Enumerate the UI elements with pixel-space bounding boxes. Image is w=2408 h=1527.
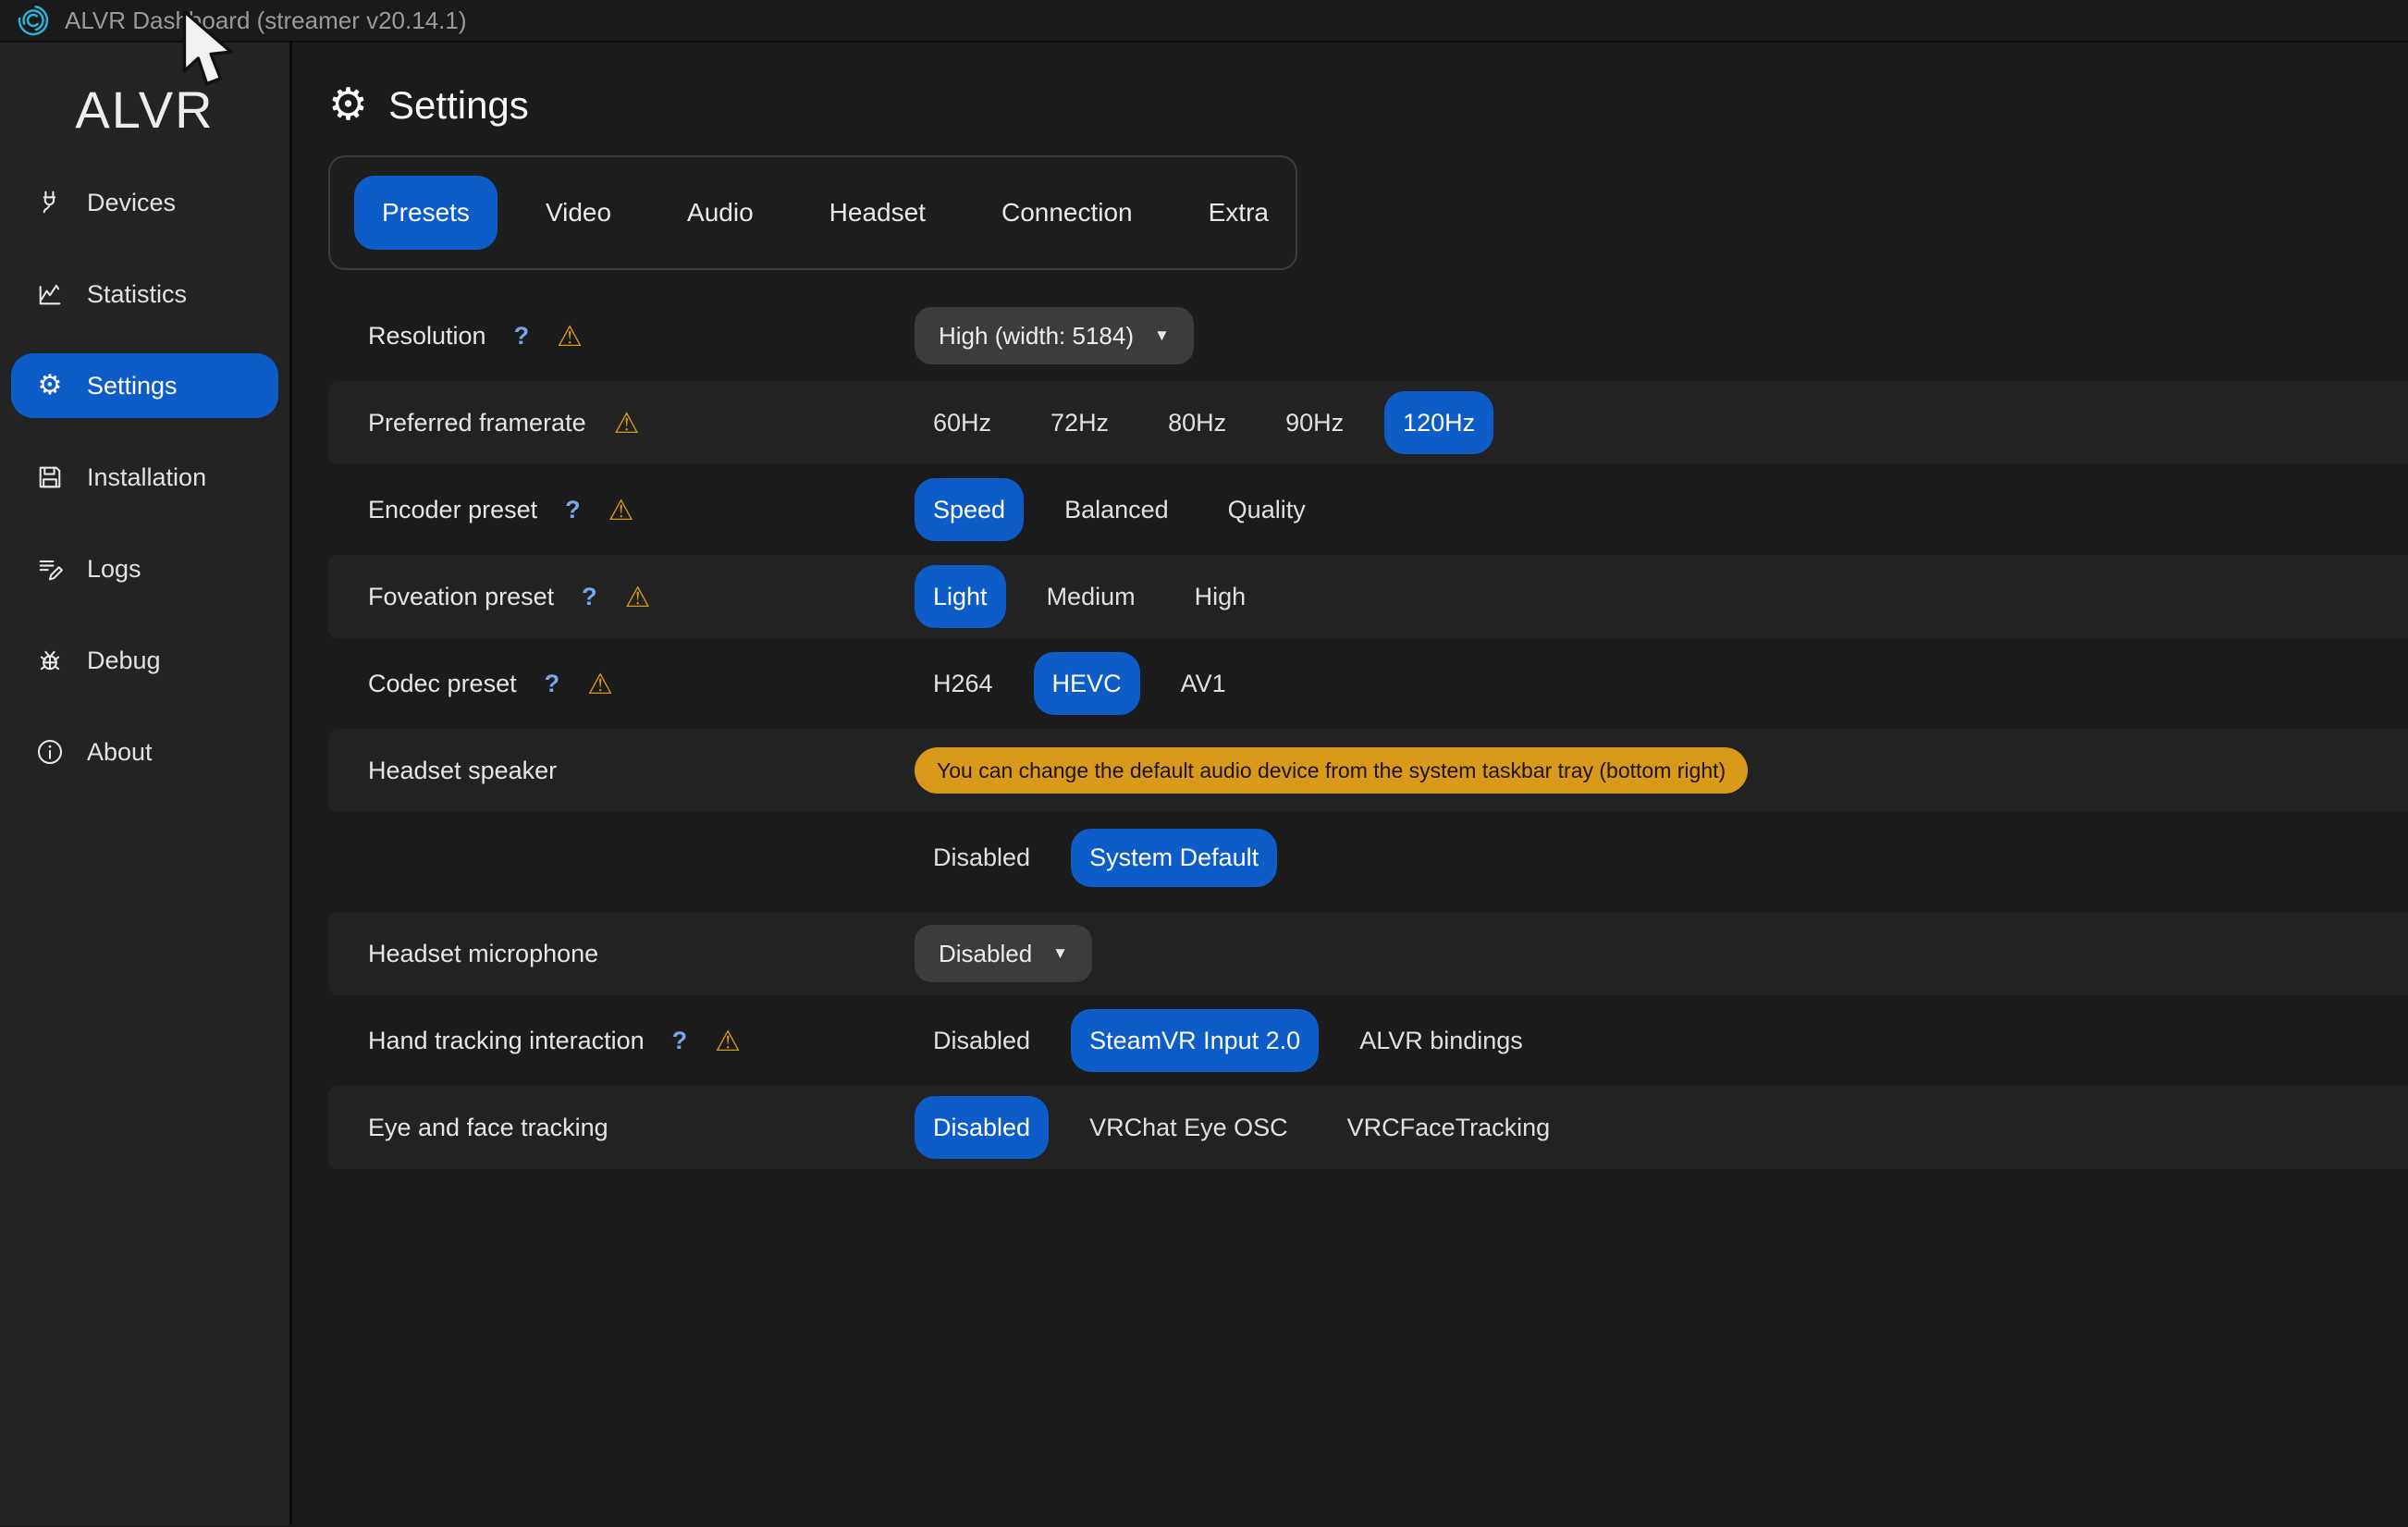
sidebar-item-label: Logs: [87, 555, 141, 584]
sidebar-item-label: Devices: [87, 189, 176, 217]
gear-icon: ⚙: [33, 372, 67, 400]
main-panel: ⚙ Settings Presets Video Audio Headset C…: [292, 43, 2408, 1525]
option-vrchat-eye-osc[interactable]: VRChat Eye OSC: [1071, 1096, 1307, 1159]
setting-row-hand-tracking: Hand tracking interaction ? ⚠ Disabled S…: [328, 999, 2408, 1082]
resolution-dropdown[interactable]: High (width: 5184) ▼: [915, 307, 1194, 364]
option-hevc[interactable]: HEVC: [1034, 652, 1140, 715]
option-90hz[interactable]: 90Hz: [1267, 391, 1362, 454]
tab-extra[interactable]: Extra: [1181, 176, 1296, 250]
warning-icon: ⚠: [715, 1027, 741, 1055]
sidebar-item-label: About: [87, 738, 153, 767]
sidebar-item-label: Installation: [87, 463, 206, 492]
option-80hz[interactable]: 80Hz: [1149, 391, 1245, 454]
sidebar-item-statistics[interactable]: Statistics: [11, 262, 278, 326]
dropdown-value: Disabled: [939, 940, 1032, 968]
option-speed[interactable]: Speed: [915, 478, 1024, 541]
option-balanced[interactable]: Balanced: [1046, 478, 1187, 541]
tab-connection[interactable]: Connection: [974, 176, 1161, 250]
window-title: ALVR Dashboard (streamer v20.14.1): [65, 6, 467, 35]
setting-row-encoder-preset: Encoder preset ? ⚠ Speed Balanced Qualit…: [328, 468, 2408, 551]
sidebar-item-settings[interactable]: ⚙ Settings: [11, 353, 278, 418]
memo-icon: [33, 554, 67, 584]
setting-label: Resolution: [368, 322, 486, 351]
setting-row-eye-face-tracking: Eye and face tracking Disabled VRChat Ey…: [328, 1086, 2408, 1169]
help-icon[interactable]: ?: [565, 496, 581, 524]
setting-label: Eye and face tracking: [368, 1114, 608, 1142]
help-icon[interactable]: ?: [582, 583, 597, 611]
sidebar-item-installation[interactable]: Installation: [11, 445, 278, 510]
sidebar-item-devices[interactable]: Devices: [11, 170, 278, 235]
page-header: ⚙ Settings: [328, 83, 2408, 128]
setting-label: Headset microphone: [368, 940, 598, 968]
help-icon[interactable]: ?: [514, 322, 530, 351]
sidebar-item-about[interactable]: About: [11, 720, 278, 784]
warning-icon: ⚠: [557, 322, 583, 351]
alvr-logo-text: ALVR: [0, 80, 289, 140]
chevron-down-icon: ▼: [1154, 326, 1170, 345]
sidebar-item-label: Debug: [87, 647, 161, 675]
settings-list: Resolution ? ⚠ High (width: 5184) ▼ Pref…: [328, 294, 2408, 1169]
setting-label: Codec preset: [368, 670, 517, 698]
page-title: Settings: [388, 83, 529, 128]
option-quality[interactable]: Quality: [1210, 478, 1324, 541]
option-h264[interactable]: H264: [915, 652, 1012, 715]
warning-icon: ⚠: [587, 670, 613, 698]
setting-row-foveation-preset: Foveation preset ? ⚠ Light Medium High: [328, 555, 2408, 638]
option-vrcfacetracking[interactable]: VRCFaceTracking: [1329, 1096, 1569, 1159]
gear-icon: ⚙: [328, 83, 368, 128]
sidebar: ALVR Devices Statistics ⚙ Settings: [0, 43, 292, 1525]
tab-presets[interactable]: Presets: [354, 176, 498, 250]
microphone-dropdown[interactable]: Disabled ▼: [915, 925, 1092, 982]
bug-icon: [33, 646, 67, 675]
option-light[interactable]: Light: [915, 565, 1006, 628]
sidebar-item-logs[interactable]: Logs: [11, 536, 278, 601]
chart-icon: [33, 279, 67, 309]
warning-icon: ⚠: [625, 583, 651, 611]
setting-row-headset-speaker-options: Disabled System Default: [328, 816, 2408, 899]
sidebar-item-label: Settings: [87, 372, 178, 400]
option-medium[interactable]: Medium: [1028, 565, 1154, 628]
setting-label: Encoder preset: [368, 496, 537, 524]
setting-row-codec-preset: Codec preset ? ⚠ H264 HEVC AV1: [328, 642, 2408, 725]
option-disabled[interactable]: Disabled: [915, 829, 1049, 887]
option-disabled[interactable]: Disabled: [915, 1096, 1049, 1159]
sidebar-item-debug[interactable]: Debug: [11, 628, 278, 693]
warning-icon: ⚠: [614, 409, 640, 437]
option-72hz[interactable]: 72Hz: [1032, 391, 1127, 454]
option-120hz[interactable]: 120Hz: [1384, 391, 1493, 454]
option-disabled[interactable]: Disabled: [915, 1009, 1049, 1072]
sidebar-nav: Devices Statistics ⚙ Settings Installati…: [0, 170, 289, 784]
setting-row-preferred-framerate: Preferred framerate ⚠ 60Hz 72Hz 80Hz 90H…: [328, 381, 2408, 464]
tab-headset[interactable]: Headset: [802, 176, 953, 250]
option-high[interactable]: High: [1176, 565, 1265, 628]
setting-row-headset-speaker: Headset speaker You can change the defau…: [328, 729, 2408, 812]
setting-label: Foveation preset: [368, 583, 554, 611]
info-icon: [33, 737, 67, 767]
help-icon[interactable]: ?: [545, 670, 560, 698]
sidebar-item-label: Statistics: [87, 280, 187, 309]
audio-device-notice: You can change the default audio device …: [915, 747, 1748, 794]
option-steamvr-input-2[interactable]: SteamVR Input 2.0: [1071, 1009, 1319, 1072]
alvr-logo-icon: [17, 4, 50, 37]
plug-icon: [33, 188, 67, 217]
dropdown-value: High (width: 5184): [939, 322, 1134, 351]
setting-label: Hand tracking interaction: [368, 1027, 645, 1055]
setting-label: Headset speaker: [368, 757, 557, 785]
tab-audio[interactable]: Audio: [659, 176, 781, 250]
chevron-down-icon: ▼: [1052, 944, 1068, 963]
option-system-default[interactable]: System Default: [1071, 829, 1277, 887]
tab-video[interactable]: Video: [518, 176, 639, 250]
floppy-icon: [33, 462, 67, 492]
option-alvr-bindings[interactable]: ALVR bindings: [1341, 1009, 1542, 1072]
setting-row-headset-microphone: Headset microphone Disabled ▼: [328, 912, 2408, 995]
tab-bar: Presets Video Audio Headset Connection E…: [328, 155, 1297, 270]
title-bar: ALVR Dashboard (streamer v20.14.1): [0, 0, 2408, 43]
help-icon[interactable]: ?: [672, 1027, 688, 1055]
setting-label: Preferred framerate: [368, 409, 586, 437]
option-60hz[interactable]: 60Hz: [915, 391, 1010, 454]
setting-row-resolution: Resolution ? ⚠ High (width: 5184) ▼: [328, 294, 2408, 377]
option-av1[interactable]: AV1: [1162, 652, 1245, 715]
warning-icon: ⚠: [608, 496, 634, 524]
